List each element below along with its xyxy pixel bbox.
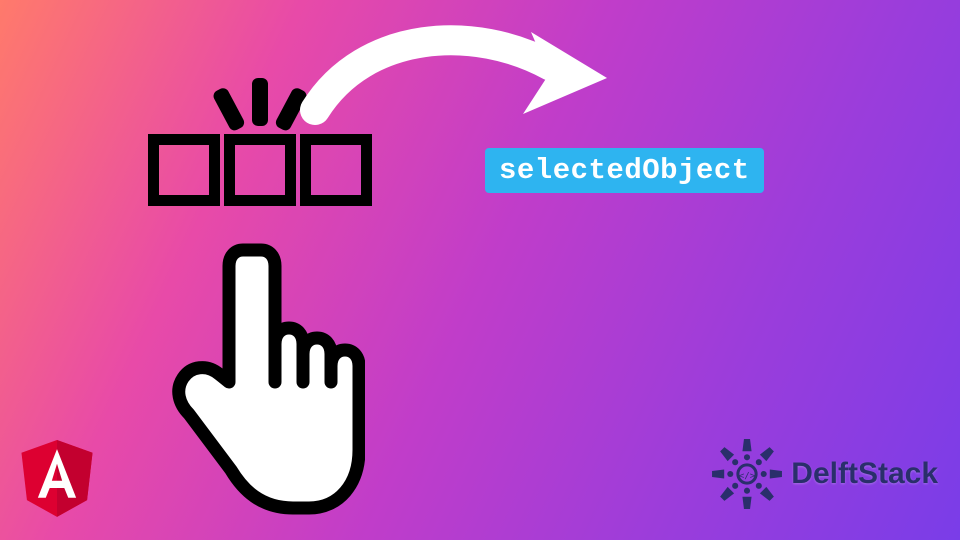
curved-arrow-icon (295, 18, 615, 138)
svg-text:</>: </> (739, 472, 756, 482)
box-1 (148, 134, 220, 206)
delftstack-badge-icon: </> (709, 436, 785, 512)
delftstack-brand: </> DelftStack (709, 436, 938, 512)
box-3 (300, 134, 372, 206)
hand-pointer-icon (155, 240, 365, 530)
selected-object-label: selectedObject (485, 148, 764, 193)
angular-logo-icon (18, 440, 96, 522)
box-2 (224, 134, 296, 206)
delftstack-text: DelftStack (791, 457, 938, 491)
three-boxes-icon (130, 134, 390, 206)
